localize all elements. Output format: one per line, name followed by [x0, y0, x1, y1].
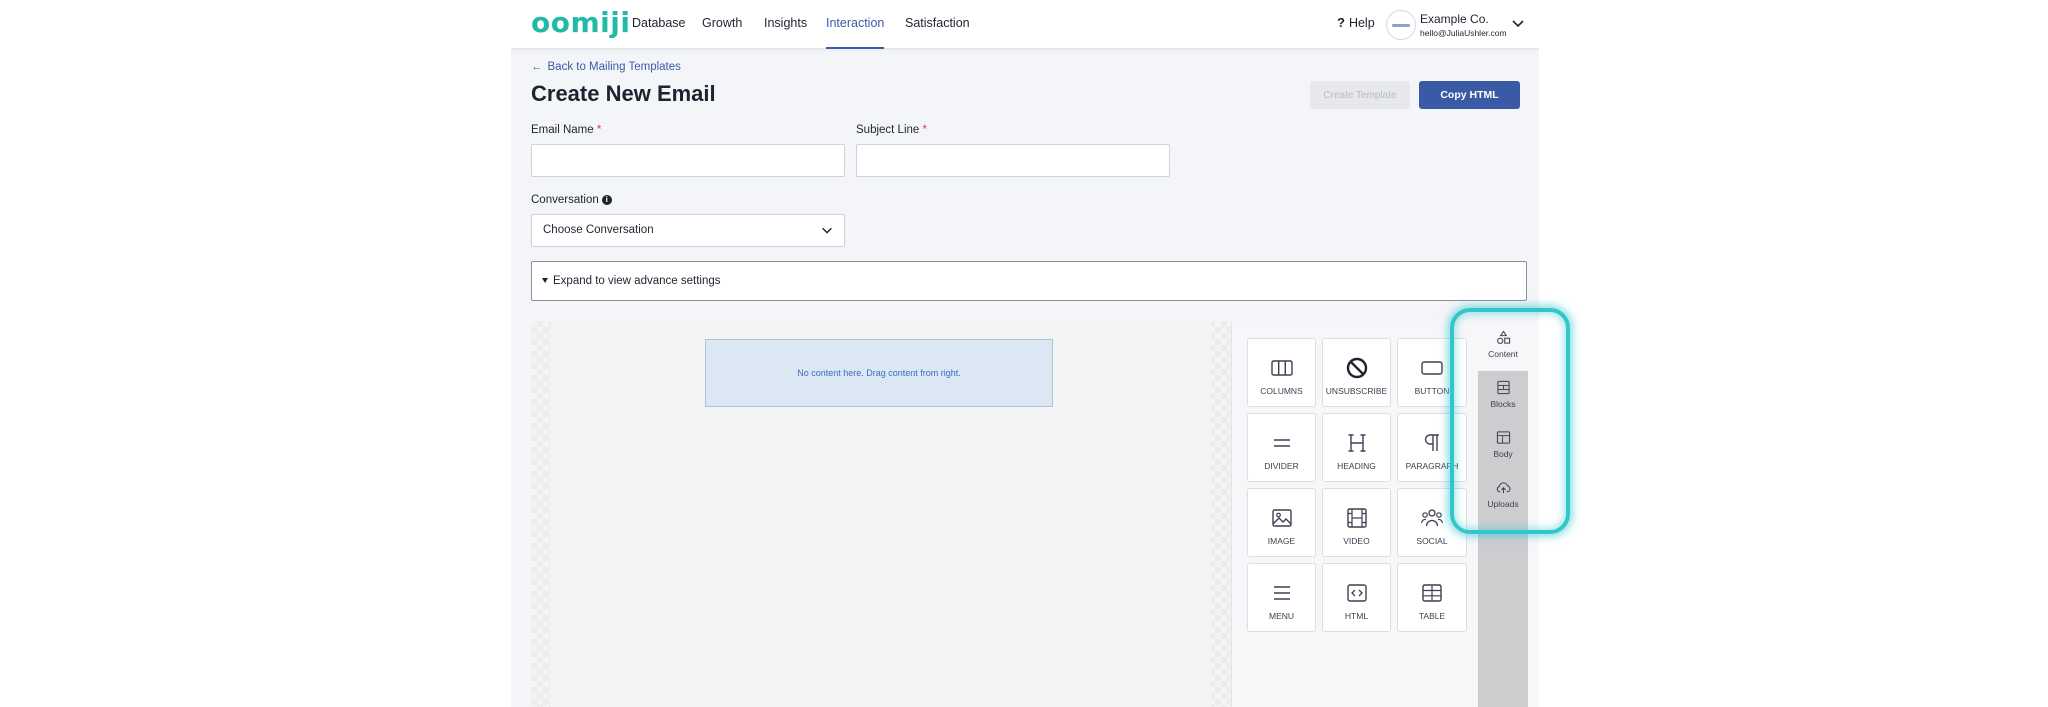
button-icon: [1421, 361, 1443, 375]
help-link[interactable]: ? Help: [1337, 15, 1375, 30]
nav-item-growth[interactable]: Growth: [702, 0, 742, 49]
tool-table[interactable]: TABLE: [1397, 563, 1467, 632]
top-navigation: oomiji Database Growth Insights Interact…: [511, 0, 1539, 49]
tool-html[interactable]: HTML: [1322, 563, 1391, 632]
conversation-select[interactable]: Choose Conversation: [531, 214, 845, 247]
email-body[interactable]: No content here. Drag content from right…: [551, 321, 1211, 707]
chevron-down-icon[interactable]: [1510, 15, 1526, 31]
tab-content[interactable]: Content: [1478, 321, 1528, 371]
nav-item-interaction[interactable]: Interaction: [826, 0, 885, 49]
required-mark: *: [596, 124, 602, 136]
advance-settings-label: Expand to view advance settings: [553, 275, 721, 287]
tab-label: Body: [1493, 449, 1513, 459]
email-name-label: Email Name *: [531, 124, 601, 136]
tool-heading[interactable]: HEADING: [1322, 413, 1391, 482]
tool-label: VIDEO: [1343, 536, 1370, 546]
tool-label: SOCIAL: [1416, 536, 1448, 546]
tool-label: IMAGE: [1267, 536, 1296, 546]
info-icon[interactable]: i: [601, 195, 612, 205]
tool-button[interactable]: BUTTON: [1397, 338, 1467, 407]
account-name[interactable]: Example Co.: [1420, 12, 1489, 26]
tool-menu[interactable]: MENU: [1247, 563, 1316, 632]
tool-columns[interactable]: COLUMNS: [1247, 338, 1316, 407]
heading-icon: [1348, 434, 1365, 452]
conversation-label: Conversation i: [531, 194, 612, 206]
tab-body[interactable]: Body: [1478, 421, 1528, 471]
tool-video[interactable]: VIDEO: [1322, 488, 1391, 557]
empty-dropzone[interactable]: No content here. Drag content from right…: [705, 339, 1053, 407]
advance-settings-toggle[interactable]: Expand to view advance settings: [531, 261, 1527, 301]
question-icon: ?: [1337, 15, 1345, 30]
subject-line-field[interactable]: [856, 144, 1170, 177]
required-mark: *: [922, 124, 927, 136]
account-avatar[interactable]: [1386, 10, 1416, 40]
tool-label: MENU: [1268, 611, 1295, 621]
tab-label: Content: [1488, 349, 1518, 359]
divider-icon: [1273, 439, 1290, 447]
nav-item-satisfaction[interactable]: Satisfaction: [905, 0, 970, 49]
arrow-left-icon: ←: [531, 61, 543, 73]
tool-label: DIVIDER: [1264, 461, 1299, 471]
create-template-button[interactable]: Create Template: [1310, 81, 1410, 109]
tool-divider[interactable]: DIVIDER: [1247, 413, 1316, 482]
nav-item-database[interactable]: Database: [632, 0, 686, 49]
shapes-icon: [1497, 330, 1511, 344]
back-link-label: Back to Mailing Templates: [547, 61, 681, 73]
subject-line-label-text: Subject Line: [856, 124, 920, 136]
caret-down-icon: [542, 278, 548, 283]
tool-paragraph[interactable]: PARAGRAPH: [1397, 413, 1467, 482]
tab-label: Uploads: [1487, 499, 1519, 509]
tab-blocks[interactable]: Blocks: [1478, 371, 1528, 421]
copy-html-button[interactable]: Copy HTML: [1419, 81, 1520, 109]
nav-item-insights[interactable]: Insights: [764, 0, 807, 49]
oomiji-logo[interactable]: oomiji: [531, 6, 630, 39]
tool-label: HEADING: [1337, 461, 1376, 471]
unsubscribe-icon: [1346, 357, 1367, 379]
tool-unsubscribe[interactable]: UNSUBSCRIBE: [1322, 338, 1391, 407]
tool-social[interactable]: SOCIAL: [1397, 488, 1467, 557]
tool-label: PARAGRAPH: [1405, 461, 1459, 471]
tool-label: HTML: [1344, 611, 1369, 621]
layout-icon: [1496, 431, 1511, 444]
html-icon: [1346, 584, 1367, 602]
blocks-icon: [1497, 380, 1510, 395]
columns-icon: [1270, 360, 1293, 376]
tool-image[interactable]: IMAGE: [1247, 488, 1316, 557]
tool-label: UNSUBSCRIBE: [1325, 386, 1388, 396]
video-icon: [1346, 508, 1367, 528]
menu-icon: [1273, 586, 1290, 600]
tab-label: Blocks: [1490, 399, 1516, 409]
account-email: hello@JuliaUshler.com: [1420, 28, 1507, 38]
tool-label: BUTTON: [1414, 386, 1450, 396]
subject-line-label: Subject Line *: [856, 124, 927, 136]
table-icon: [1422, 584, 1442, 602]
email-canvas[interactable]: No content here. Drag content from right…: [531, 321, 1231, 707]
tool-label: TABLE: [1418, 611, 1446, 621]
page-title: Create New Email: [531, 81, 716, 106]
email-name-field[interactable]: [531, 144, 845, 177]
cloud-upload-icon: [1496, 482, 1511, 494]
social-icon: [1420, 509, 1444, 527]
app-window: oomiji Database Growth Insights Interact…: [511, 0, 1539, 707]
paragraph-icon: [1424, 434, 1439, 451]
editor-side-tabs: Content Blocks Body Uploads: [1478, 321, 1528, 707]
image-icon: [1271, 509, 1292, 527]
chevron-down-icon: [822, 227, 832, 234]
help-label: Help: [1348, 16, 1375, 30]
conversation-selected-value: Choose Conversation: [543, 224, 654, 236]
conversation-label-text: Conversation: [531, 194, 599, 206]
back-to-templates-link[interactable]: ← Back to Mailing Templates: [531, 61, 681, 73]
tab-uploads[interactable]: Uploads: [1478, 471, 1528, 521]
tool-label: COLUMNS: [1260, 386, 1303, 396]
email-name-label-text: Email Name: [531, 124, 594, 136]
